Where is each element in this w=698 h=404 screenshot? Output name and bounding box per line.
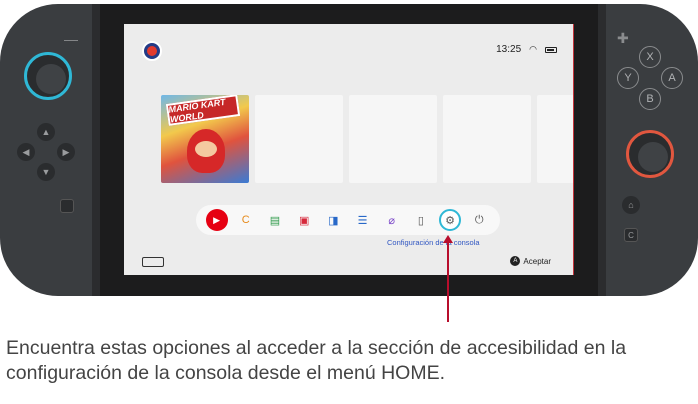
chat-icon[interactable]: ☰ <box>352 209 374 231</box>
home-screen: 13:25 ◠ MARIO KART WORLD ▶ C ▤ ▣ ◨ ☰ ⌀ ▯… <box>124 24 574 275</box>
shop-bag-icon[interactable]: ▣ <box>293 209 315 231</box>
right-stick[interactable] <box>626 130 674 178</box>
game-card-icon[interactable]: C <box>235 209 257 231</box>
settings-gear-icon[interactable]: ⚙ <box>439 209 462 231</box>
c-button[interactable]: C <box>624 228 638 242</box>
caption-text: Encuentra estas opciones al acceder a la… <box>6 337 627 384</box>
home-menu-dock: ▶ C ▤ ▣ ◨ ☰ ⌀ ▯ ⚙ ⏻ <box>196 205 500 235</box>
album-icon[interactable]: ◨ <box>322 209 344 231</box>
plus-button[interactable]: ✚ <box>617 31 629 45</box>
empty-tile[interactable] <box>255 95 343 183</box>
home-button[interactable]: ⌂ <box>622 196 640 214</box>
dock-caption: Configuración de la consola <box>387 238 480 247</box>
y-button[interactable]: Y <box>617 67 639 89</box>
accept-label: Aceptar <box>523 256 551 266</box>
battery-icon <box>545 46 557 53</box>
virtual-card-icon[interactable]: ▯ <box>410 209 432 231</box>
a-button-icon: A <box>510 256 521 266</box>
empty-tile[interactable] <box>537 95 573 183</box>
power-icon[interactable]: ⏻ <box>468 209 490 231</box>
accept-hint: A Aceptar <box>510 256 551 266</box>
empty-tile[interactable] <box>349 95 437 183</box>
console-mode-icon <box>142 257 164 267</box>
minus-button[interactable]: — <box>64 32 78 46</box>
game-artwork <box>187 129 225 173</box>
wifi-icon: ◠ <box>529 44 537 54</box>
game-logo: MARIO KART WORLD <box>165 95 241 126</box>
game-tiles: MARIO KART WORLD <box>161 95 573 183</box>
x-button[interactable]: X <box>639 46 661 68</box>
empty-tile[interactable] <box>443 95 531 183</box>
dpad-left-button[interactable]: ◀ <box>17 143 35 161</box>
nintendo-eshop-icon[interactable]: ▶ <box>205 209 228 231</box>
news-icon[interactable]: ▤ <box>264 209 286 231</box>
dpad-down-button[interactable]: ▼ <box>37 163 55 181</box>
game-tile-mario-kart-world[interactable]: MARIO KART WORLD <box>161 95 249 183</box>
left-stick[interactable] <box>24 52 72 100</box>
dpad-right-button[interactable]: ▶ <box>57 143 75 161</box>
a-button[interactable]: A <box>661 67 683 89</box>
dpad-up-button[interactable]: ▲ <box>37 123 55 141</box>
pointer-line <box>447 238 449 322</box>
b-button[interactable]: B <box>639 88 661 110</box>
controllers-icon[interactable]: ⌀ <box>381 209 403 231</box>
clock: 13:25 <box>496 44 522 55</box>
capture-button[interactable] <box>60 199 74 213</box>
status-bar: 13:25 ◠ <box>496 44 557 55</box>
user-avatar[interactable] <box>142 41 162 61</box>
